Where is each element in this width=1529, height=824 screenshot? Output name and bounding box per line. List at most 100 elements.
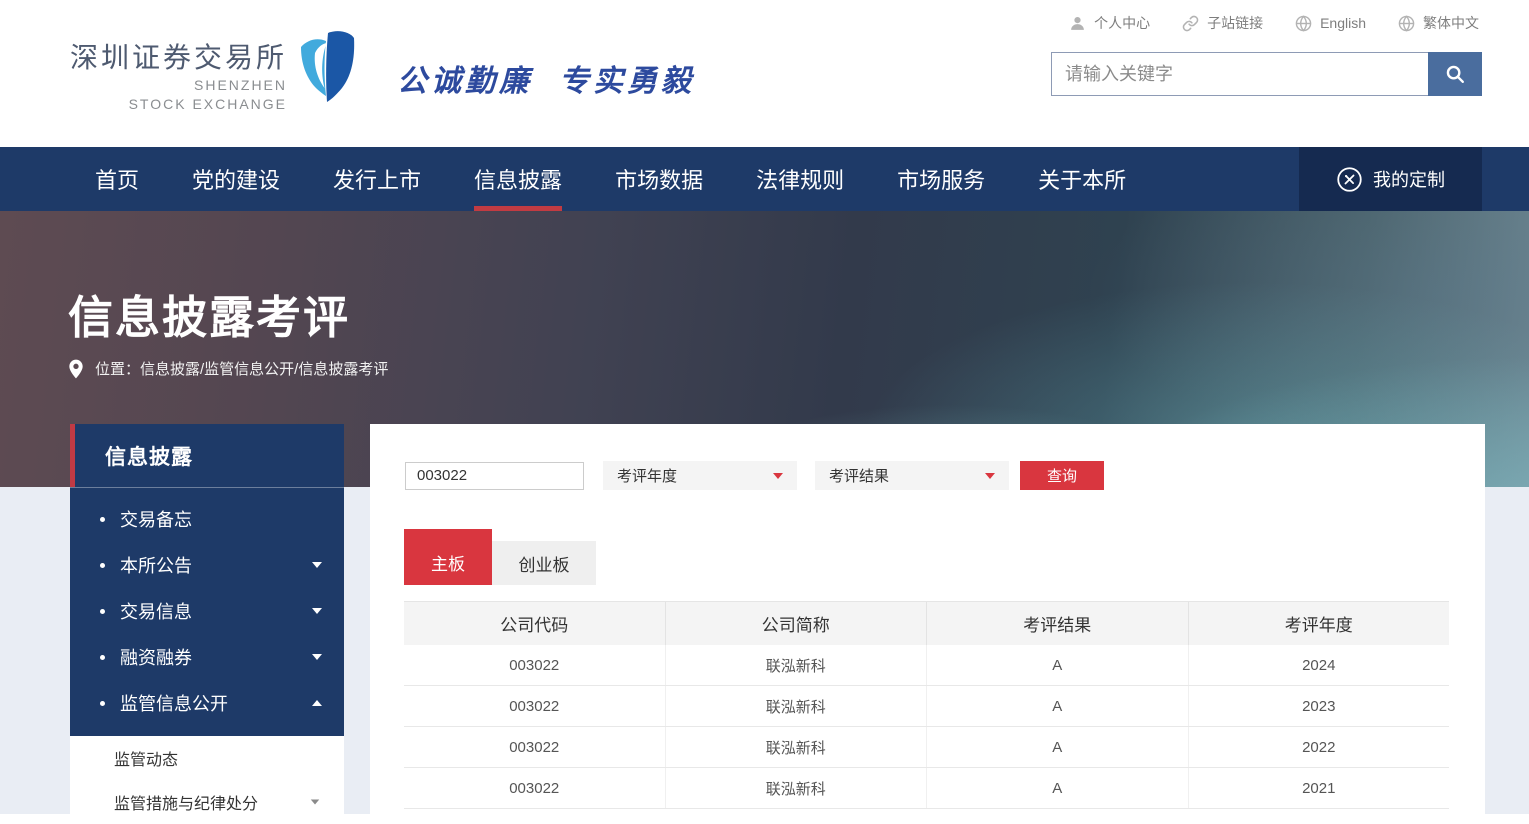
cell-year: 2021: [1189, 768, 1450, 808]
site-header: 深圳证券交易所 SHENZHEN STOCK EXCHANGE 公诚勤廉专实勇毅: [0, 46, 1529, 147]
sidebar-item-label: 监管信息公开: [120, 690, 228, 716]
traditional-chinese-label: 繁体中文: [1423, 13, 1479, 33]
sidebar-menu: 交易备忘 本所公告 交易信息 融资融券 监管信息公开: [70, 487, 344, 736]
chevron-down-icon: [311, 799, 320, 804]
customize-icon: [1336, 166, 1363, 193]
query-button[interactable]: 查询: [1020, 461, 1104, 490]
search-icon: [1444, 63, 1466, 85]
nav-item-market-services[interactable]: 市场服务: [897, 147, 985, 211]
chevron-down-icon: [985, 473, 995, 479]
tab-main-board[interactable]: 主板: [404, 529, 492, 585]
content-panel: 考评年度 考评结果 查询 主板 创业板 公司代码 公司简称 考评结果 考评年度 …: [370, 424, 1485, 814]
main-nav: 首页 党的建设 发行上市 信息披露 市场数据 法律规则 市场服务 关于本所 我的…: [0, 147, 1529, 211]
chevron-down-icon: [312, 654, 322, 660]
cell-year: 2022: [1189, 727, 1450, 767]
table-row: 003022 联泓新科 A 2022: [404, 727, 1449, 768]
sidebar-subitem-label: 监管动态: [114, 746, 178, 770]
sidebar-item-announcements[interactable]: 本所公告: [70, 542, 344, 588]
logo[interactable]: 深圳证券交易所 SHENZHEN STOCK EXCHANGE 公诚勤廉专实勇毅: [70, 40, 695, 113]
cell-year: 2024: [1189, 645, 1450, 685]
english-link[interactable]: English: [1295, 15, 1366, 32]
tab-chinext[interactable]: 创业板: [492, 541, 596, 585]
sidebar-item-label: 交易信息: [120, 598, 192, 624]
sidebar-item-margin-trading[interactable]: 融资融券: [70, 634, 344, 680]
table-row: 003022 联泓新科 A 2024: [404, 645, 1449, 686]
evaluation-table: 公司代码 公司简称 考评结果 考评年度 003022 联泓新科 A 2024 0…: [404, 601, 1449, 809]
board-tabs: 主板 创业板: [404, 529, 596, 585]
cell-company-code: 003022: [404, 727, 666, 767]
chevron-down-icon: [773, 473, 783, 479]
slogan: 公诚勤廉专实勇毅: [397, 56, 695, 100]
evaluation-result-select[interactable]: 考评结果: [815, 461, 1009, 490]
cell-company-code: 003022: [404, 645, 666, 685]
sidebar-submenu: 监管动态 监管措施与纪律处分: [70, 736, 344, 824]
search-input[interactable]: [1051, 52, 1428, 96]
logo-chinese-name: 深圳证券交易所: [70, 40, 287, 76]
sidebar-subitem-label: 监管措施与纪律处分: [114, 790, 258, 814]
globe-icon: [1398, 15, 1415, 32]
table-row: 003022 联泓新科 A 2021: [404, 768, 1449, 809]
cell-company-name: 联泓新科: [666, 645, 928, 685]
nav-item-listing[interactable]: 发行上市: [333, 147, 421, 211]
sidebar-item-trading-info[interactable]: 交易信息: [70, 588, 344, 634]
sidebar-subitem-regulatory-measures[interactable]: 监管措施与纪律处分: [70, 780, 344, 824]
bullet-icon: [100, 563, 105, 568]
sidebar-item-label: 本所公告: [120, 552, 192, 578]
sidebar: 信息披露 交易备忘 本所公告 交易信息 融资融券 监管信息公开 监管动态: [70, 424, 344, 824]
szse-shield-logo-icon: [297, 30, 357, 108]
sidebar-subitem-regulatory-news[interactable]: 监管动态: [70, 736, 344, 780]
breadcrumb-text[interactable]: 位置：信息披露/监管信息公开/信息披露考评: [95, 358, 388, 379]
sidebar-item-regulatory-info[interactable]: 监管信息公开: [70, 680, 344, 726]
nav-item-disclosure[interactable]: 信息披露: [474, 147, 562, 211]
user-icon: [1069, 15, 1086, 32]
user-center-link[interactable]: 个人中心: [1069, 13, 1150, 33]
english-label: English: [1320, 15, 1366, 31]
cell-company-name: 联泓新科: [666, 727, 928, 767]
nav-item-rules[interactable]: 法律规则: [756, 147, 844, 211]
chevron-down-icon: [312, 608, 322, 614]
my-customization-label: 我的定制: [1373, 166, 1445, 192]
column-header-result: 考评结果: [927, 602, 1189, 645]
nav-item-home[interactable]: 首页: [95, 147, 139, 211]
traditional-chinese-link[interactable]: 繁体中文: [1398, 13, 1479, 33]
sidebar-item-label: 交易备忘: [120, 506, 192, 532]
cell-company-code: 003022: [404, 768, 666, 808]
site-search: [1051, 52, 1482, 96]
sidebar-item-label: 融资融券: [120, 644, 192, 670]
cell-result: A: [927, 727, 1189, 767]
search-button[interactable]: [1428, 52, 1482, 96]
evaluation-result-select-label: 考评结果: [829, 465, 889, 486]
bullet-icon: [100, 655, 105, 660]
filter-bar: 考评年度 考评结果 查询: [405, 461, 1104, 490]
table-header-row: 公司代码 公司简称 考评结果 考评年度: [404, 601, 1449, 645]
evaluation-year-select-label: 考评年度: [617, 465, 677, 486]
sidebar-title: 信息披露: [70, 424, 344, 487]
sidebar-item-trading-memo[interactable]: 交易备忘: [70, 496, 344, 542]
nav-item-party-building[interactable]: 党的建设: [192, 147, 280, 211]
page-title: 信息披露考评: [68, 281, 350, 346]
my-customization-button[interactable]: 我的定制: [1299, 147, 1482, 211]
location-pin-icon: [68, 359, 84, 379]
bullet-icon: [100, 609, 105, 614]
user-center-label: 个人中心: [1094, 13, 1150, 33]
column-header-company-code: 公司代码: [404, 602, 666, 645]
logo-text: 深圳证券交易所 SHENZHEN STOCK EXCHANGE: [70, 40, 287, 113]
cell-result: A: [927, 686, 1189, 726]
sub-sites-label: 子站链接: [1207, 13, 1263, 33]
nav-item-market-data[interactable]: 市场数据: [615, 147, 703, 211]
bullet-icon: [100, 701, 105, 706]
logo-english-name: SHENZHEN STOCK EXCHANGE: [129, 76, 287, 112]
breadcrumb: 位置：信息披露/监管信息公开/信息披露考评: [68, 358, 388, 379]
cell-company-name: 联泓新科: [666, 686, 928, 726]
company-code-input[interactable]: [405, 462, 584, 490]
cell-result: A: [927, 768, 1189, 808]
table-row: 003022 联泓新科 A 2023: [404, 686, 1449, 727]
evaluation-year-select[interactable]: 考评年度: [603, 461, 797, 490]
sub-sites-link[interactable]: 子站链接: [1182, 13, 1263, 33]
link-icon: [1182, 15, 1199, 32]
nav-item-about[interactable]: 关于本所: [1038, 147, 1126, 211]
column-header-year: 考评年度: [1189, 602, 1450, 645]
cell-company-code: 003022: [404, 686, 666, 726]
cell-company-name: 联泓新科: [666, 768, 928, 808]
globe-icon: [1295, 15, 1312, 32]
